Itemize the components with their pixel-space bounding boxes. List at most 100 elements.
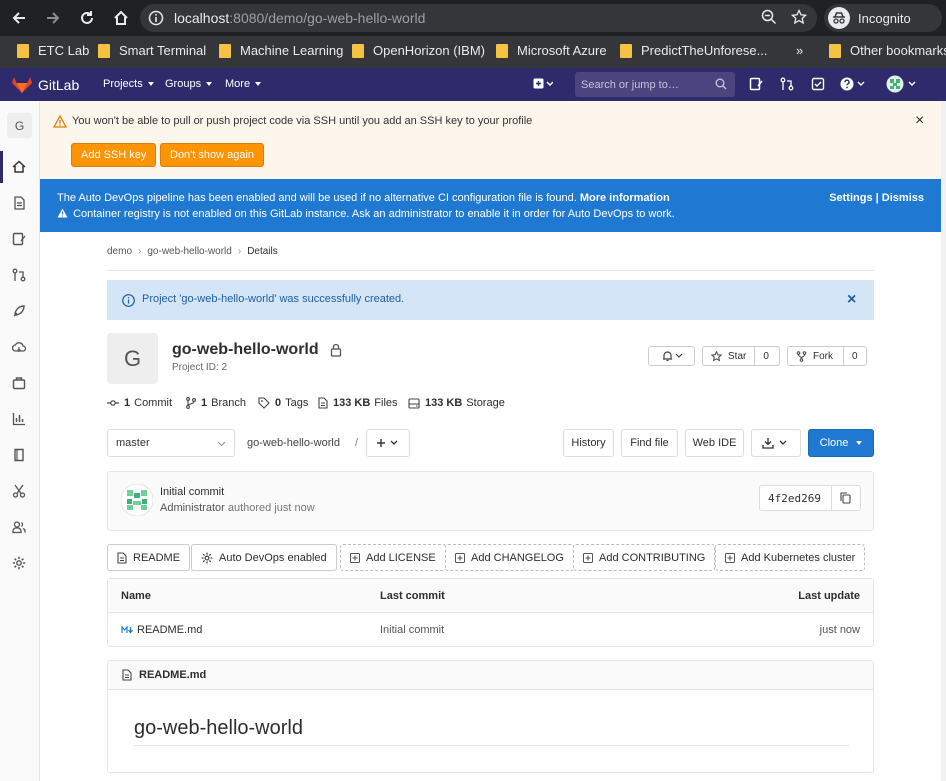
members-icon[interactable] [12, 520, 27, 535]
bookmark-star-icon[interactable] [791, 9, 807, 25]
issues-icon[interactable] [749, 77, 763, 91]
add-license-button[interactable]: Add LICENSE [340, 544, 446, 571]
project-title: go-web-hello-world [172, 341, 319, 358]
nav-more[interactable]: More [225, 78, 262, 90]
bookmark-other[interactable]: Other bookmarks [829, 43, 946, 58]
branch-select[interactable]: master [107, 429, 235, 457]
close-flash-icon[interactable]: × [847, 292, 856, 308]
web-ide-button[interactable]: Web IDE [685, 429, 744, 457]
merge-requests-icon[interactable] [780, 77, 794, 91]
notification-bell-button[interactable] [648, 346, 695, 366]
todos-icon[interactable] [811, 77, 825, 91]
clone-button[interactable]: Clone [808, 429, 874, 457]
packages-icon[interactable] [12, 376, 27, 391]
bookmark-predict[interactable]: PredictTheUnforese... [620, 43, 767, 58]
ci-cd-rocket-icon[interactable] [12, 304, 27, 319]
table-row[interactable]: README.md Initial commit just now [108, 613, 873, 647]
settings-gear-icon[interactable] [12, 556, 27, 571]
folder-icon [219, 43, 231, 58]
bookmark-openhorizon[interactable]: OpenHorizon (IBM) [352, 43, 485, 58]
star-button[interactable]: Star 0 [702, 346, 780, 366]
add-kubernetes-button[interactable]: Add Kubernetes cluster [715, 544, 866, 571]
stat-branches[interactable]: 1 Branch [186, 397, 246, 409]
commit-title-link[interactable]: Initial commit [160, 486, 224, 498]
browser-toolbar: localhost:8080/demo/go-web-hello-world I… [0, 0, 946, 36]
add-to-tree-button[interactable] [366, 429, 410, 457]
operations-cloud-icon[interactable] [12, 340, 27, 355]
folder-icon [620, 43, 632, 58]
history-button[interactable]: History [563, 429, 614, 457]
breadcrumb-demo[interactable]: demo [107, 246, 132, 257]
file-name-link[interactable]: README.md [121, 624, 202, 636]
more-bookmarks-icon[interactable]: » [796, 43, 803, 58]
zoom-icon[interactable] [761, 9, 777, 25]
gitlab-home-link[interactable]: GitLab [12, 76, 79, 94]
commit-sha[interactable]: 4f2ed269 [760, 492, 831, 505]
user-avatar-icon[interactable] [886, 75, 920, 93]
issues-sidebar-icon[interactable] [12, 232, 27, 247]
add-contributing-button[interactable]: Add CONTRIBUTING [573, 544, 716, 571]
stat-tags[interactable]: 0 Tags [258, 397, 308, 409]
bookmark-smart-terminal[interactable]: Smart Terminal [98, 43, 206, 58]
ssh-banner-text: You won't be able to pull or push projec… [72, 115, 533, 127]
breadcrumb-details[interactable]: Details [247, 246, 278, 257]
project-overview-icon[interactable] [12, 160, 27, 175]
bookmark-etc-lab[interactable]: ETC Lab [17, 43, 89, 58]
merge-requests-sidebar-icon[interactable] [12, 268, 27, 283]
chevron-down-icon [255, 82, 262, 86]
auto-devops-button[interactable]: Auto DevOps enabled [191, 544, 337, 571]
folder-icon [352, 43, 364, 58]
nav-projects[interactable]: Projects [103, 78, 154, 90]
commit-author-link[interactable]: Administrator [160, 502, 225, 514]
readme-heading: go-web-hello-world [134, 717, 303, 739]
back-icon[interactable] [4, 3, 34, 33]
committer-avatar[interactable] [121, 484, 153, 516]
help-icon[interactable] [840, 77, 868, 91]
incognito-badge[interactable]: Incognito [824, 4, 942, 32]
new-item-icon[interactable] [533, 77, 553, 91]
more-information-link[interactable]: More information [580, 192, 670, 204]
devops-dismiss-link[interactable]: Dismiss [882, 192, 924, 204]
snippets-scissors-icon[interactable] [12, 484, 27, 499]
project-avatar-small[interactable]: G [7, 113, 32, 138]
bookmark-microsoft-azure[interactable]: Microsoft Azure [496, 43, 607, 58]
close-ssh-banner-icon[interactable]: × [915, 113, 924, 129]
download-button[interactable] [751, 429, 801, 457]
dont-show-again-button[interactable]: Don't show again [160, 143, 265, 167]
column-last-commit: Last commit [380, 590, 445, 602]
project-id: Project ID: 2 [172, 362, 228, 373]
file-icon [117, 551, 133, 564]
wiki-icon[interactable] [12, 448, 27, 463]
copy-icon[interactable] [830, 486, 860, 510]
find-file-button[interactable]: Find file [621, 429, 678, 457]
readme-filename[interactable]: README.md [139, 669, 206, 681]
page-scrollbar[interactable] [941, 101, 946, 781]
gitlab-brand: GitLab [38, 77, 80, 93]
stat-commits[interactable]: 1 Commit [107, 397, 172, 409]
readme-button[interactable]: README [107, 544, 191, 571]
home-icon[interactable] [106, 3, 136, 33]
stat-files[interactable]: 133 KB Files [318, 397, 398, 409]
repository-icon[interactable] [12, 196, 27, 211]
add-ssh-key-button[interactable]: Add SSH key [71, 143, 157, 167]
file-icon [318, 397, 333, 409]
bookmark-machine-learning[interactable]: Machine Learning [219, 43, 343, 58]
project-avatar: G [107, 333, 158, 384]
devops-settings-link[interactable]: Settings [829, 192, 872, 204]
nav-groups[interactable]: Groups [165, 78, 213, 90]
add-changelog-button[interactable]: Add CHANGELOG [445, 544, 574, 571]
star-count: 0 [754, 347, 777, 365]
reload-icon[interactable] [72, 3, 102, 33]
info-icon[interactable] [148, 10, 164, 26]
file-tree-table: Name Last commit Last update README.md I… [107, 578, 874, 647]
breadcrumb-project[interactable]: go-web-hello-world [147, 246, 231, 257]
search-input[interactable]: Search or jump to… [575, 72, 735, 97]
repo-path-link[interactable]: go-web-hello-world [247, 437, 340, 449]
analytics-icon[interactable] [12, 412, 27, 427]
file-last-commit[interactable]: Initial commit [380, 624, 444, 636]
commit-icon [107, 398, 124, 408]
commit-sha-box: 4f2ed269 [759, 485, 861, 511]
fork-button[interactable]: Fork 0 [787, 346, 867, 366]
address-bar[interactable]: localhost:8080/demo/go-web-hello-world [140, 4, 817, 32]
forward-icon[interactable] [38, 3, 68, 33]
